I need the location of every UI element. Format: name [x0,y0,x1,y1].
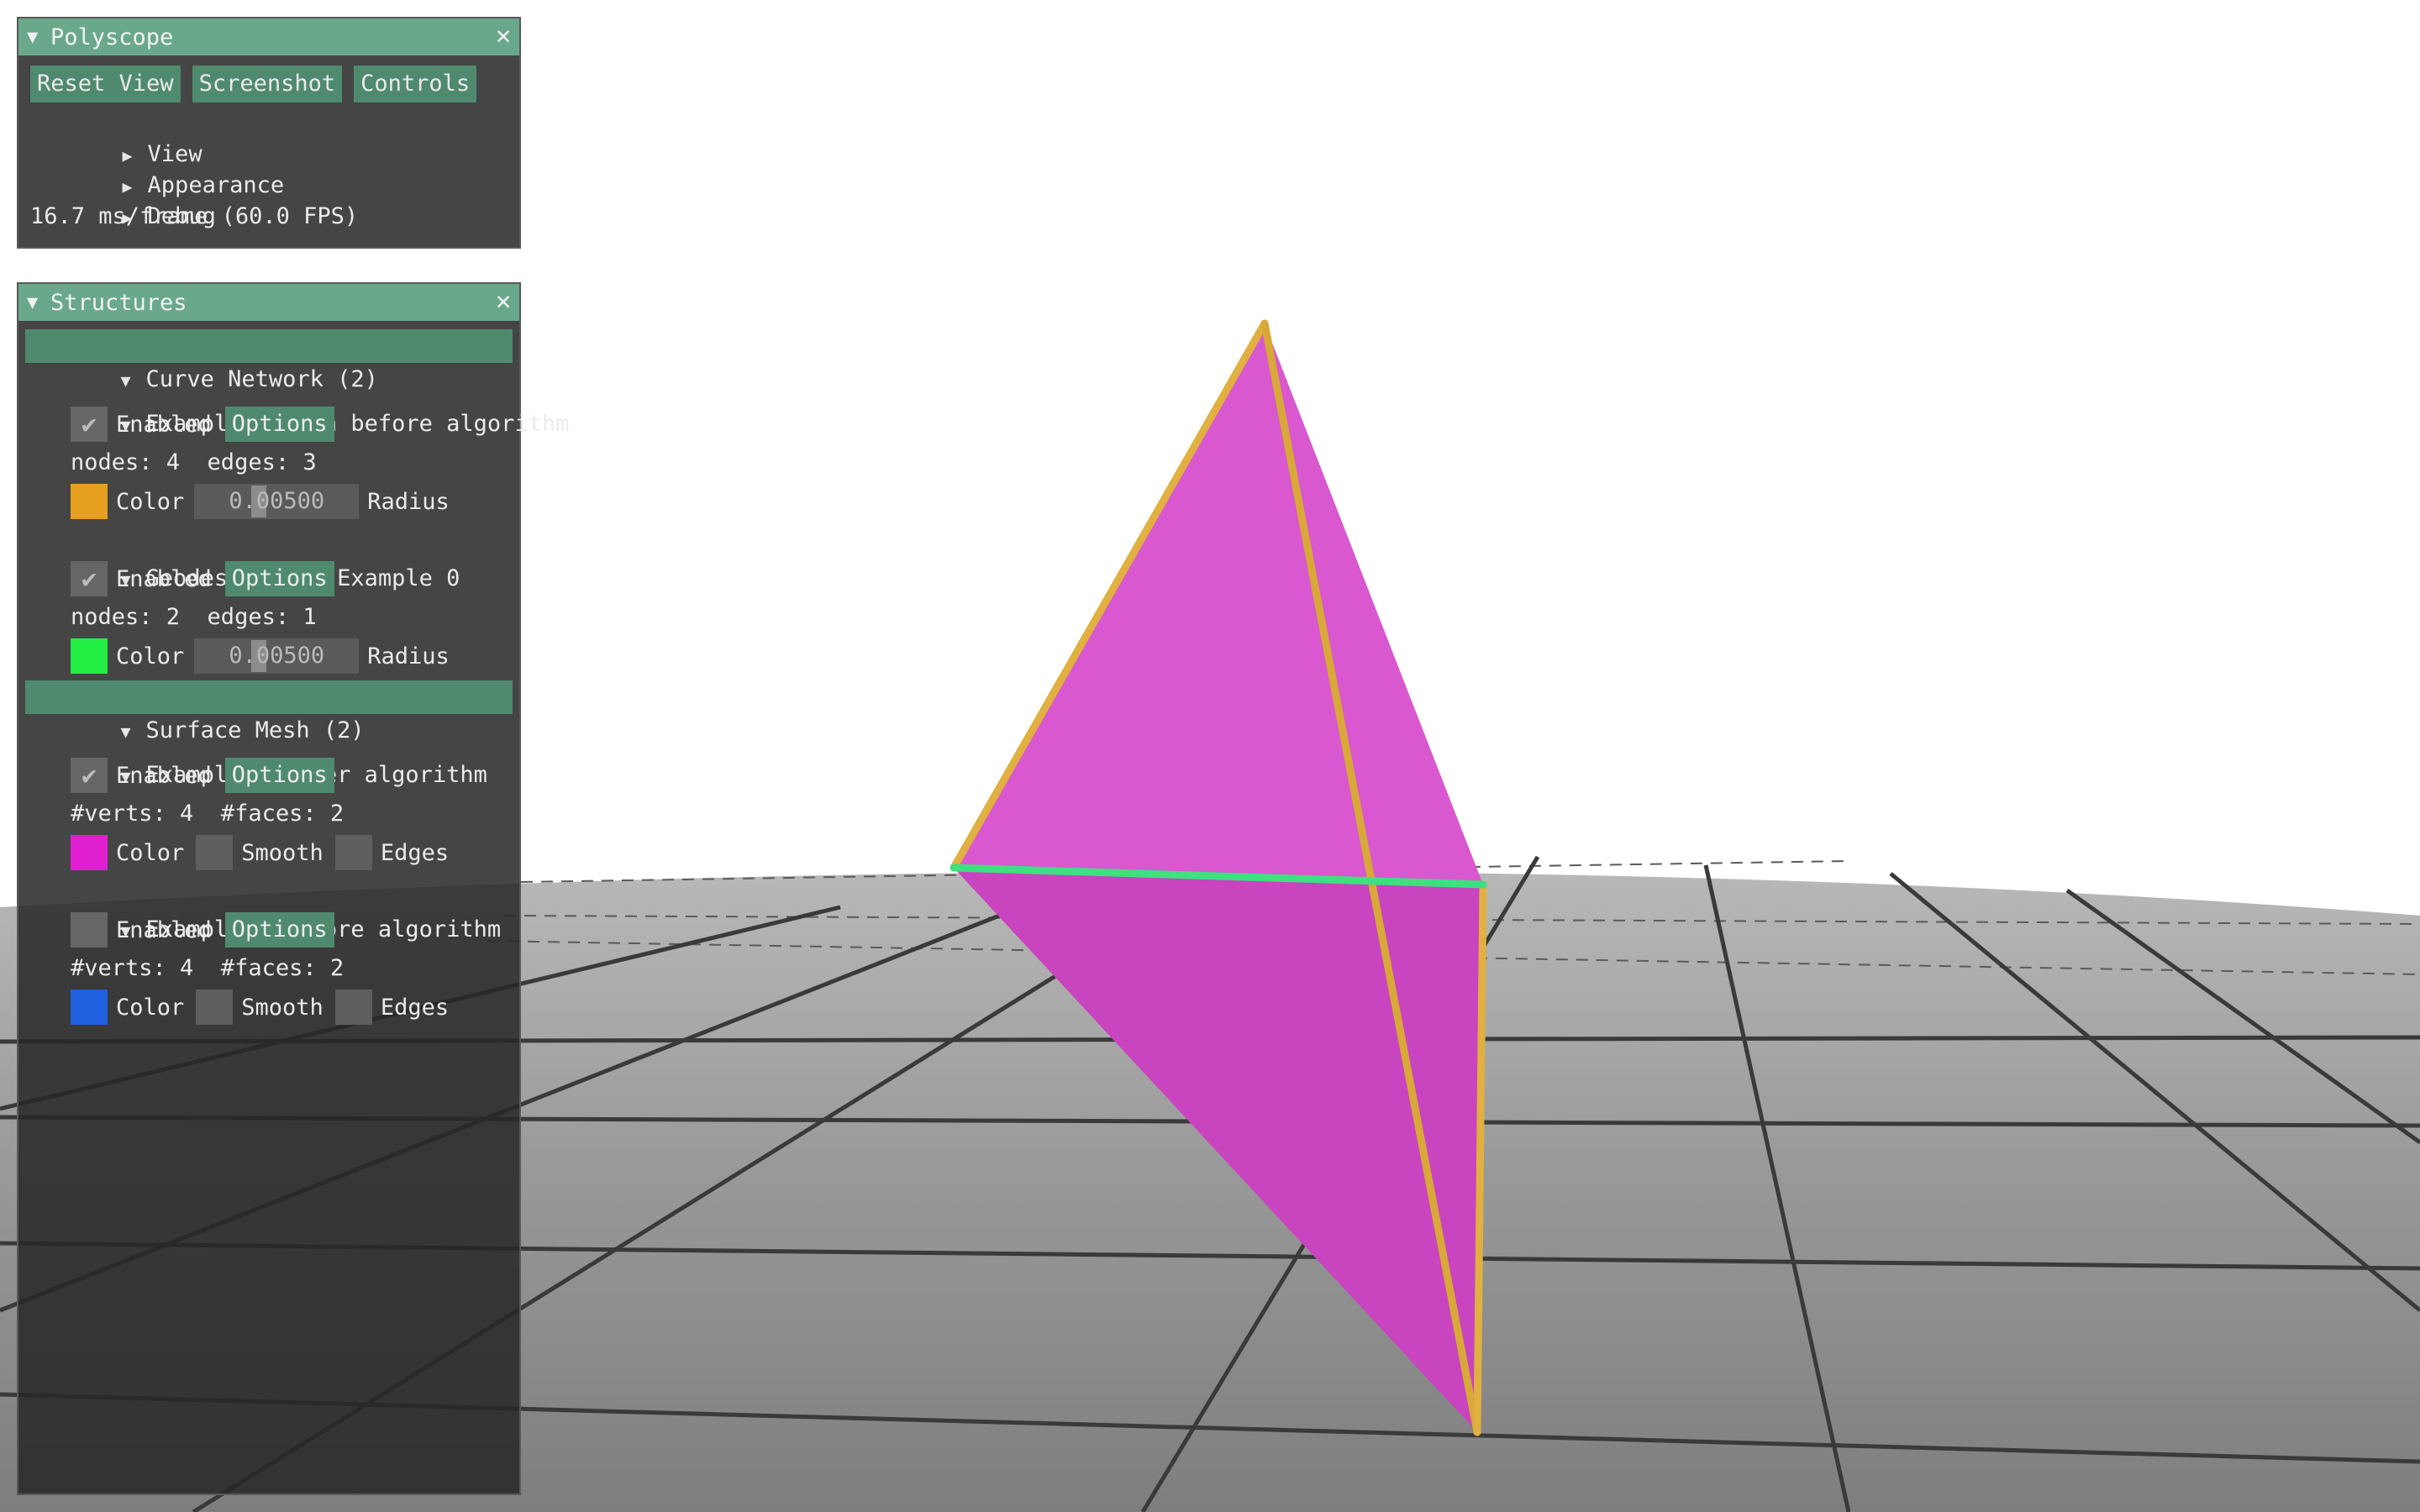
enabled-label: Enabled [116,565,212,592]
tree-label: View [147,141,203,167]
collapse-icon[interactable]: ▼ [27,27,50,48]
structure-info: nodes: 4 edges: 3 [71,449,317,475]
polyscope-panel: ▼ Polyscope ✕ Reset View Screenshot Contro… [17,17,521,249]
collapse-icon: ▼ [120,370,131,391]
tree-label: Appearance [147,172,285,198]
smooth-label: Smooth [241,839,324,866]
radius-label: Radius [367,643,450,669]
options-button[interactable]: Options [224,912,334,948]
collapse-icon: ▼ [120,722,131,742]
surface-mesh-header[interactable]: ▼ Surface Mesh (2) [25,680,513,743]
options-button[interactable]: Options [224,561,334,596]
expand-icon: ▶ [122,176,133,197]
curve-network-header[interactable]: ▼ Curve Network (2) [25,329,513,392]
structure-info: #verts: 4 #faces: 2 [71,955,345,981]
enabled-label: Enabled [116,411,212,438]
structure-info: #verts: 4 #faces: 2 [71,801,345,827]
structure-item[interactable]: ▼Example 0 before algorithm [30,872,508,942]
options-button[interactable]: Options [224,758,334,793]
reset-view-button[interactable]: Reset View [30,66,181,102]
radius-slider[interactable]: 0.00500 [194,484,360,519]
enabled-label: Enabled [116,762,212,789]
screenshot-button[interactable]: Screenshot [192,66,343,102]
color-swatch[interactable] [71,990,108,1025]
color-label: Color [116,994,185,1021]
edges-checkbox[interactable] [334,990,372,1025]
group-label: Curve Network (2) [145,366,378,392]
radius-value: 0.00500 [229,488,325,514]
expand-icon: ▶ [122,145,133,165]
radius-slider[interactable]: 0.00500 [194,638,360,674]
fps-readout: 16.7 ms/frame (60.0 FPS) [30,203,359,229]
enabled-checkbox[interactable]: ✔ [71,407,108,442]
polyscope-title: Polyscope [50,24,174,50]
color-label: Color [116,488,185,515]
enabled-checkbox[interactable]: ✔ [71,561,108,596]
structures-titlebar[interactable]: ▼ Structures ✕ [18,284,519,321]
color-label: Color [116,643,185,669]
structure-info: nodes: 2 edges: 1 [71,604,317,630]
edges-checkbox[interactable] [334,835,372,870]
enabled-label: Enabled [116,916,212,943]
options-button[interactable]: Options [224,407,334,442]
collapse-icon[interactable]: ▼ [27,292,50,313]
enabled-checkbox[interactable]: ✔ [71,758,108,793]
group-label: Surface Mesh (2) [145,717,365,743]
color-swatch[interactable] [71,835,108,870]
smooth-checkbox[interactable] [196,990,234,1025]
close-icon[interactable]: ✕ [496,24,511,49]
smooth-label: Smooth [241,994,324,1021]
structure-item[interactable]: ▼Geodesic path Example 0 [30,521,508,591]
color-swatch[interactable] [71,638,108,674]
smooth-checkbox[interactable] [196,835,234,870]
enabled-checkbox[interactable] [71,912,108,948]
polyscope-titlebar[interactable]: ▼ Polyscope ✕ [18,18,519,55]
radius-value: 0.00500 [229,643,325,669]
controls-button[interactable]: Controls [354,66,477,102]
color-swatch[interactable] [71,484,108,519]
structures-panel: ▼ Structures ✕ ▼ Curve Network (2) ▼ Examp… [17,282,569,1495]
color-label: Color [116,839,185,866]
tree-item-view[interactable]: ▶ View [30,108,508,167]
edges-label: Edges [380,839,450,866]
edges-label: Edges [380,994,450,1021]
close-icon[interactable]: ✕ [496,289,511,314]
radius-label: Radius [367,488,450,515]
structures-title: Structures [50,289,187,316]
